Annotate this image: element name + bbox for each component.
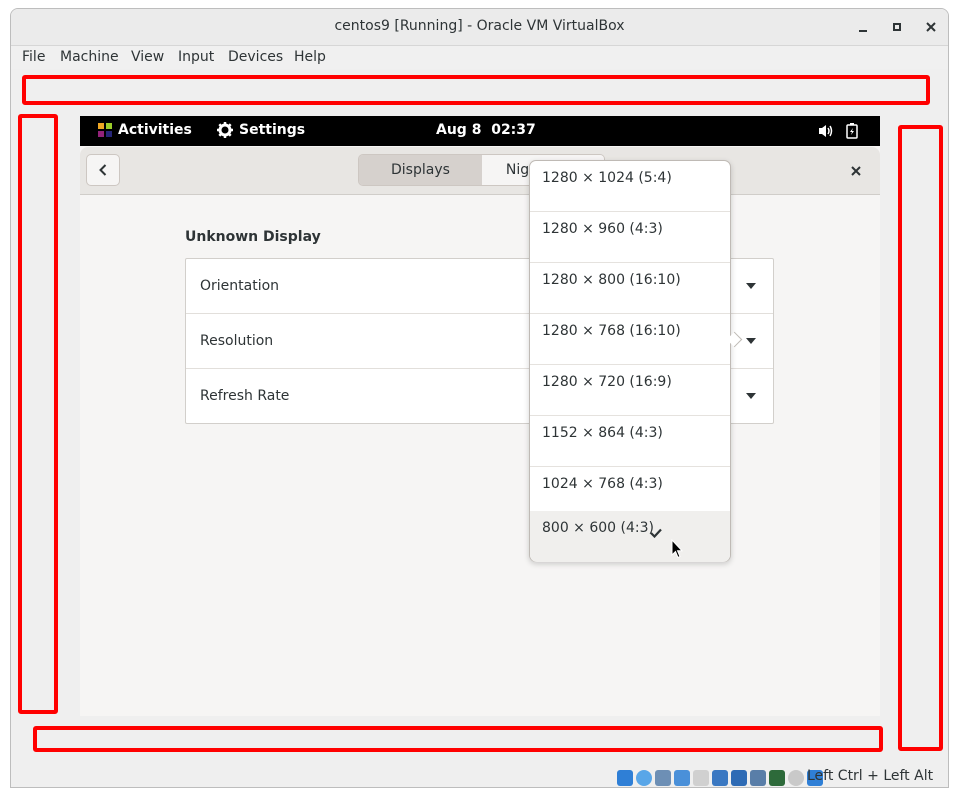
dropdown-arrow-icon bbox=[746, 338, 756, 344]
annotation-left-rect bbox=[18, 114, 58, 714]
resolution-option-label: 1024 × 768 (4:3) bbox=[542, 476, 663, 492]
gnome-topbar: Activities Settings Aug 8 02:37 bbox=[80, 116, 880, 146]
menu-file[interactable]: File bbox=[22, 49, 45, 65]
close-window-button[interactable] bbox=[922, 18, 940, 36]
refresh-rate-label: Refresh Rate bbox=[200, 388, 290, 404]
battery-icon bbox=[846, 123, 858, 139]
harddisk-icon[interactable] bbox=[617, 770, 633, 786]
recording-icon[interactable] bbox=[750, 770, 766, 786]
menu-input[interactable]: Input bbox=[178, 49, 214, 65]
activities-label: Activities bbox=[118, 122, 192, 138]
maximize-icon bbox=[893, 23, 901, 31]
clock[interactable]: Aug 8 02:37 bbox=[436, 122, 536, 138]
menu-devices[interactable]: Devices bbox=[228, 49, 283, 65]
resolution-option-label: 1280 × 768 (16:10) bbox=[542, 323, 681, 339]
checkmark-icon bbox=[650, 528, 662, 538]
statusbar-icons bbox=[617, 770, 823, 786]
system-tray[interactable] bbox=[818, 123, 858, 139]
guest-screen[interactable]: Activities Settings Aug 8 02:37 Displays… bbox=[80, 116, 880, 716]
maximize-button[interactable] bbox=[888, 18, 906, 36]
tab-displays[interactable]: Displays bbox=[359, 155, 482, 185]
host-key-label: Left Ctrl + Left Alt bbox=[807, 768, 934, 784]
resolution-option[interactable]: 1152 × 864 (4:3) bbox=[530, 416, 730, 467]
activities-button[interactable]: Activities bbox=[98, 122, 192, 138]
resolution-option-label: 1280 × 720 (16:9) bbox=[542, 374, 672, 390]
close-icon[interactable] bbox=[848, 163, 864, 179]
resolution-option-label: 800 × 600 (4:3) bbox=[542, 520, 654, 536]
audio-icon[interactable] bbox=[655, 770, 671, 786]
resolution-option-label: 1280 × 1024 (5:4) bbox=[542, 170, 672, 186]
menu-machine[interactable]: Machine bbox=[60, 49, 119, 65]
clock-time: 02:37 bbox=[491, 122, 536, 138]
resolution-option-label: 1152 × 864 (4:3) bbox=[542, 425, 663, 441]
annotation-right-rect bbox=[898, 125, 943, 751]
resolution-option-label: 1280 × 960 (4:3) bbox=[542, 221, 663, 237]
volume-icon bbox=[819, 125, 833, 137]
menu-view[interactable]: View bbox=[131, 49, 164, 65]
resolution-option[interactable]: 1280 × 720 (16:9) bbox=[530, 365, 730, 416]
usb-icon[interactable] bbox=[693, 770, 709, 786]
optical-drive-icon[interactable] bbox=[636, 770, 652, 786]
resolution-option[interactable]: 1280 × 1024 (5:4) bbox=[530, 161, 730, 212]
settings-headerbar: Displays Nigh bbox=[80, 147, 880, 195]
dropdown-arrow-icon bbox=[746, 393, 756, 399]
window-title: centos9 [Running] - Oracle VM VirtualBox bbox=[334, 18, 625, 34]
menu-help[interactable]: Help bbox=[294, 49, 326, 65]
window-titlebar[interactable]: centos9 [Running] - Oracle VM VirtualBox bbox=[11, 9, 948, 46]
resolution-label: Resolution bbox=[200, 333, 274, 349]
annotation-bottom-rect bbox=[33, 726, 883, 752]
resolution-option[interactable]: 1280 × 960 (4:3) bbox=[530, 212, 730, 263]
resolution-option[interactable]: 1280 × 768 (16:10) bbox=[530, 314, 730, 365]
display-name-heading: Unknown Display bbox=[185, 229, 321, 245]
chevron-left-icon bbox=[99, 164, 107, 176]
network-icon[interactable] bbox=[674, 770, 690, 786]
minimize-button[interactable] bbox=[854, 18, 872, 36]
orientation-label: Orientation bbox=[200, 278, 280, 294]
resolution-option-selected[interactable]: 800 × 600 (4:3) bbox=[530, 511, 730, 562]
mouse-integration-icon[interactable] bbox=[788, 770, 804, 786]
mouse-cursor-icon bbox=[671, 539, 683, 559]
close-icon bbox=[926, 22, 936, 32]
display-icon[interactable] bbox=[731, 770, 747, 786]
dropdown-arrow-icon bbox=[746, 283, 756, 289]
resolution-popover: 1280 × 1024 (5:4) 1280 × 960 (4:3) 1280 … bbox=[529, 160, 743, 562]
annotation-top-rect bbox=[22, 75, 930, 105]
clock-date: Aug 8 bbox=[436, 122, 482, 138]
statusbar: Left Ctrl + Left Alt bbox=[11, 766, 948, 787]
centos-logo-icon bbox=[98, 123, 112, 137]
app-menu-settings[interactable]: Settings bbox=[217, 122, 305, 138]
resolution-option-label: 1280 × 800 (16:10) bbox=[542, 272, 681, 288]
gear-icon bbox=[217, 122, 233, 138]
cpu-icon[interactable] bbox=[769, 770, 785, 786]
minimize-icon bbox=[859, 30, 867, 32]
resolution-option[interactable]: 1280 × 800 (16:10) bbox=[530, 263, 730, 314]
shared-folder-icon[interactable] bbox=[712, 770, 728, 786]
back-button[interactable] bbox=[86, 154, 120, 186]
settings-label: Settings bbox=[239, 122, 306, 138]
menubar: File Machine View Input Devices Help bbox=[11, 46, 948, 69]
